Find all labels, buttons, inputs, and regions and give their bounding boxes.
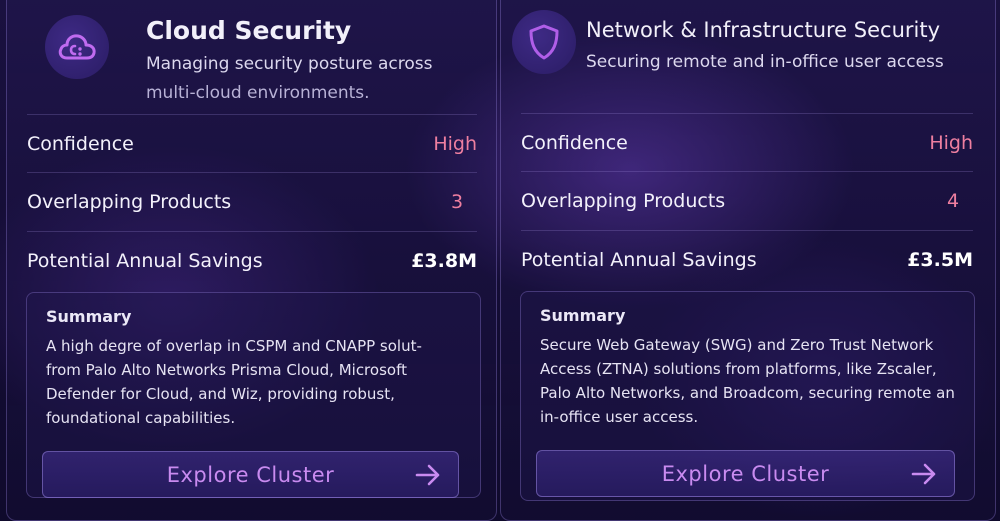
summary-text: Secure Web Gateway (SWG) and Zero Trust … [540, 336, 955, 426]
confidence-label: Confidence [521, 131, 628, 154]
summary-text: A high degre of overlap in CSPM and CNAP… [46, 337, 422, 427]
overlapping-products-label: Overlapping Products [521, 189, 726, 212]
shield-icon [512, 10, 576, 74]
overlapping-products-row: Overlapping Products 4 [521, 171, 973, 229]
cluster-card-network-security: Network & Infrastructure Security Securi… [500, 0, 996, 521]
overlapping-products-value: 4 [946, 189, 960, 212]
card-title: Network & Infrastructure Security [586, 18, 941, 42]
explore-cluster-button[interactable]: Explore Cluster [42, 451, 459, 498]
potential-savings-value: £3.8M [411, 249, 477, 272]
explore-cluster-label: Explore Cluster [166, 462, 335, 487]
card-subtitle: Securing remote and in-office user acces… [586, 52, 944, 72]
cluster-card-cloud-security: Cloud Security Managing security posture… [6, 0, 497, 521]
potential-savings-value: £3.5M [907, 248, 973, 271]
potential-savings-row: Potential Annual Savings £3.5M [521, 230, 973, 288]
cloud-icon [45, 15, 109, 79]
summary-title: Summary [540, 306, 626, 325]
card-subtitle: Managing security posture across multi-c… [146, 50, 476, 108]
overlapping-products-row: Overlapping Products 3 [27, 172, 477, 230]
explore-cluster-label: Explore Cluster [661, 461, 830, 486]
overlapping-products-value: 3 [450, 190, 464, 213]
overlapping-products-label: Overlapping Products [27, 190, 232, 213]
potential-savings-label: Potential Annual Savings [521, 248, 757, 271]
arrow-right-icon [415, 464, 440, 486]
card-subtitle-line1: Managing security posture across [146, 54, 433, 74]
card-title: Cloud Security [146, 16, 352, 45]
card-subtitle-line2: multi-cloud environments. [146, 83, 370, 103]
confidence-row: Confidence High [521, 113, 973, 171]
explore-cluster-button[interactable]: Explore Cluster [536, 450, 955, 497]
confidence-value: High [929, 131, 973, 154]
potential-savings-row: Potential Annual Savings £3.8M [27, 231, 477, 289]
confidence-row: Confidence High [27, 114, 477, 172]
arrow-right-icon [911, 463, 936, 485]
confidence-label: Confidence [27, 132, 134, 155]
potential-savings-label: Potential Annual Savings [27, 249, 263, 272]
confidence-value: High [433, 132, 477, 155]
summary-title: Summary [46, 307, 132, 326]
